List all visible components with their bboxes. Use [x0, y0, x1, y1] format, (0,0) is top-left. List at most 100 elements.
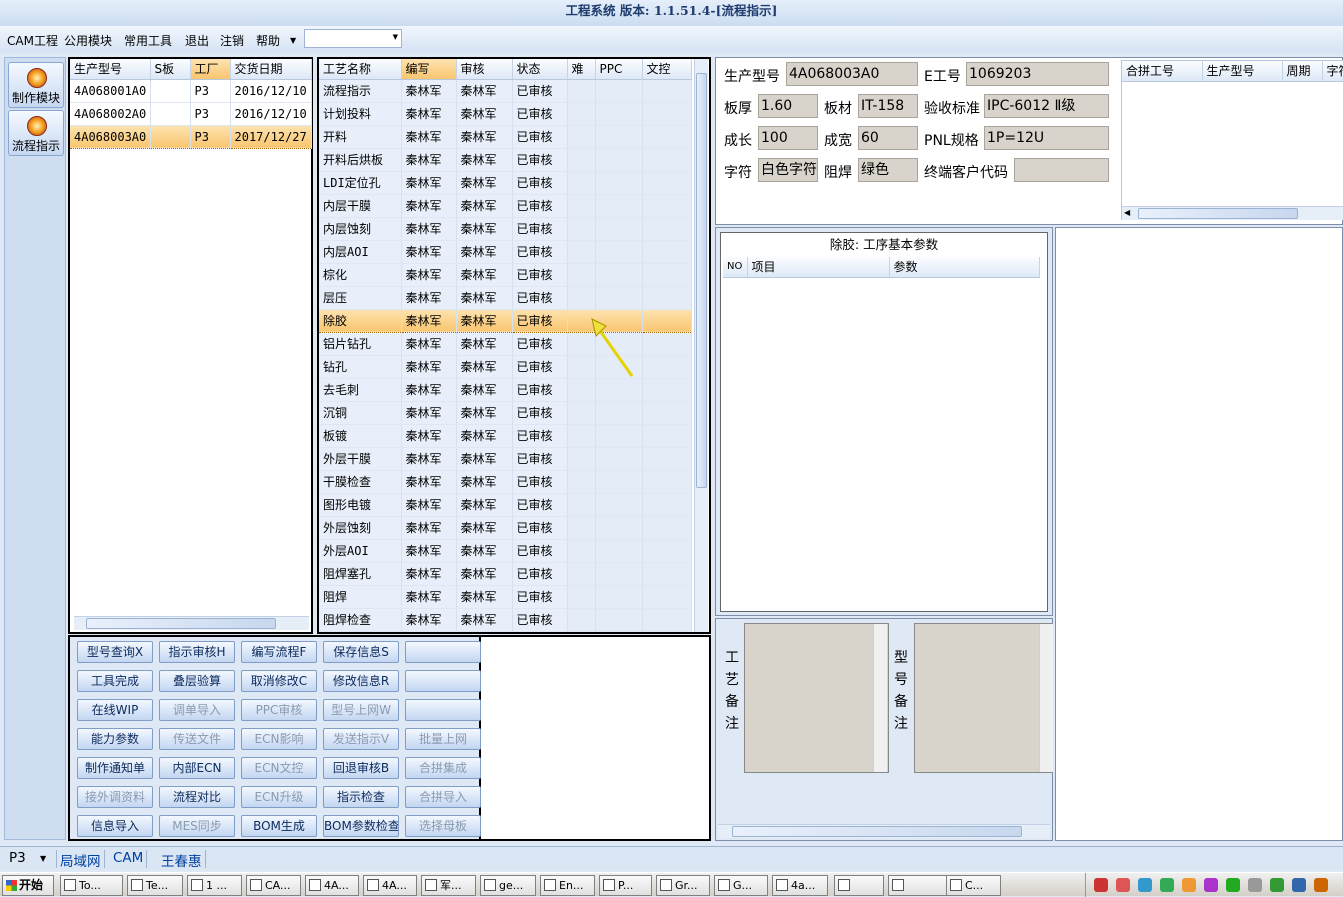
tray-update-icon[interactable] [1270, 878, 1284, 892]
action-button[interactable]: ECN升级 [241, 786, 317, 808]
action-button[interactable]: 型号上网W [323, 699, 399, 721]
chevron-left-icon[interactable]: ◀ [1124, 208, 1130, 217]
action-button[interactable]: 信息导入 [77, 815, 153, 837]
menu-tools[interactable]: 常用工具 [124, 32, 172, 49]
action-button[interactable]: 型号查询X [77, 641, 153, 663]
model-field[interactable]: 4A068003A0 [786, 62, 918, 86]
merge-hscroll[interactable]: ◀ [1122, 206, 1343, 220]
action-button[interactable] [405, 699, 481, 721]
nav-make-module[interactable]: 制作模块 [8, 62, 64, 108]
table-row[interactable]: 外层干膜 秦林军 秦林军 已审核 [319, 447, 692, 471]
action-button[interactable] [405, 670, 481, 692]
params-header[interactable]: 参数 [889, 257, 1040, 278]
table-row[interactable]: 干膜检查 秦林军 秦林军 已审核 [319, 470, 692, 494]
action-button[interactable] [405, 641, 481, 663]
merge-header[interactable]: 合拼工号 [1122, 61, 1203, 82]
process-vscroll[interactable] [694, 59, 708, 632]
taskbar-item[interactable]: 4A... [363, 875, 417, 896]
action-button[interactable]: 在线WIP [77, 699, 153, 721]
tray-close-icon[interactable] [1094, 878, 1108, 892]
action-button[interactable]: BOM生成 [241, 815, 317, 837]
action-button[interactable]: 批量上网 [405, 728, 481, 750]
action-button[interactable]: 取消修改C [241, 670, 317, 692]
tray-shield-icon[interactable] [1160, 878, 1174, 892]
tray-browser-icon[interactable] [1182, 878, 1196, 892]
action-button[interactable]: 工具完成 [77, 670, 153, 692]
table-row[interactable]: 棕化 秦林军 秦林军 已审核 [319, 263, 692, 287]
action-button[interactable]: PPC审核 [241, 699, 317, 721]
table-row[interactable]: 内层AOI 秦林军 秦林军 已审核 [319, 240, 692, 264]
table-row[interactable]: 外层蚀刻 秦林军 秦林军 已审核 [319, 516, 692, 540]
action-button[interactable]: 指示检查 [323, 786, 399, 808]
eno-field[interactable]: 1069203 [966, 62, 1109, 86]
model-note-field[interactable] [914, 623, 1053, 773]
action-button[interactable]: 叠层验算 [159, 670, 235, 692]
tray-app2-icon[interactable] [1314, 878, 1328, 892]
table-row[interactable]: 层压 秦林军 秦林军 已审核 [319, 286, 692, 310]
factory-select[interactable]: P3 [6, 850, 29, 868]
action-button[interactable]: 流程对比 [159, 786, 235, 808]
taskbar-item[interactable] [888, 875, 950, 896]
table-row[interactable]: 沉铜 秦林军 秦林军 已审核 [319, 401, 692, 425]
action-button[interactable]: ECN文控 [241, 757, 317, 779]
orders-hscroll[interactable] [74, 616, 309, 630]
action-button[interactable]: BOM参数检查 [323, 815, 399, 837]
menu-exit[interactable]: 退出 [185, 32, 209, 49]
tray-network-icon[interactable] [1138, 878, 1152, 892]
process-header[interactable]: 状态 [512, 59, 568, 80]
mask-field[interactable]: 绿色 [858, 158, 918, 182]
tray-security-icon[interactable] [1204, 878, 1218, 892]
taskbar-item[interactable]: CA... [246, 875, 301, 896]
taskbar-item[interactable]: Gr... [656, 875, 710, 896]
taskbar-item[interactable]: 4A... [305, 875, 359, 896]
material-field[interactable]: IT-158 [858, 94, 918, 118]
table-row[interactable]: 开料后烘板 秦林军 秦林军 已审核 [319, 148, 692, 172]
process-note-vscroll[interactable] [873, 624, 887, 772]
table-row[interactable]: 4A068001A0 P3 2016/12/10 [70, 79, 312, 103]
table-row[interactable]: 流程指示 秦林军 秦林军 已审核 [319, 79, 692, 103]
table-row[interactable]: 计划投料 秦林军 秦林军 已审核 [319, 102, 692, 126]
pnl-field[interactable]: 1P=12U [984, 126, 1109, 150]
action-button[interactable]: 选择母板 [405, 815, 481, 837]
scroll-thumb[interactable] [1138, 208, 1298, 219]
action-button[interactable]: 传送文件 [159, 728, 235, 750]
cust-field[interactable] [1014, 158, 1109, 182]
orders-header[interactable]: 交货日期 [230, 59, 312, 80]
process-header[interactable]: 编写 [401, 59, 457, 80]
taskbar-item[interactable] [834, 875, 884, 896]
action-button[interactable]: ECN影响 [241, 728, 317, 750]
std-field[interactable]: IPC-6012 Ⅱ级 [984, 94, 1109, 118]
table-row[interactable]: 4A068003A0 P3 2017/12/27 [70, 124, 312, 149]
menu-help[interactable]: 帮助 [256, 32, 280, 49]
action-button[interactable]: MES同步 [159, 815, 235, 837]
process-header[interactable]: 工艺名称 [319, 59, 402, 80]
tray-volume-icon[interactable] [1248, 878, 1262, 892]
action-button[interactable]: 合拼导入 [405, 786, 481, 808]
merge-header[interactable]: 生产型号 [1202, 61, 1283, 82]
tray-add-icon[interactable] [1226, 878, 1240, 892]
scroll-thumb[interactable] [86, 618, 276, 629]
taskbar-item[interactable]: To... [60, 875, 123, 896]
table-row[interactable]: 内层干膜 秦林军 秦林军 已审核 [319, 194, 692, 218]
tab-user[interactable]: 王春惠 [158, 850, 206, 870]
wid-field[interactable]: 60 [858, 126, 918, 150]
len-field[interactable]: 100 [758, 126, 818, 150]
process-header[interactable]: PPC [595, 59, 643, 80]
action-button[interactable]: 内部ECN [159, 757, 235, 779]
menu-cam[interactable]: CAM工程 [7, 32, 58, 49]
taskbar-item[interactable]: En... [540, 875, 595, 896]
tray-pdf-icon[interactable] [1116, 878, 1130, 892]
thick-field[interactable]: 1.60 [758, 94, 818, 118]
taskbar-item[interactable]: Te... [127, 875, 183, 896]
table-row[interactable]: 图形电镀 秦林军 秦林军 已审核 [319, 493, 692, 517]
nav-process-guide[interactable]: 流程指示 [8, 110, 64, 156]
taskbar-item[interactable]: P... [599, 875, 652, 896]
taskbar-item[interactable]: ge... [480, 875, 536, 896]
notes-hscroll[interactable] [718, 824, 1050, 838]
orders-header[interactable]: 工厂 [190, 59, 231, 80]
char-field[interactable]: 白色字符 [758, 158, 818, 182]
action-button[interactable]: 保存信息S [323, 641, 399, 663]
taskbar-item[interactable]: G... [714, 875, 768, 896]
scroll-thumb[interactable] [696, 73, 707, 488]
params-header[interactable]: NO [723, 257, 748, 278]
